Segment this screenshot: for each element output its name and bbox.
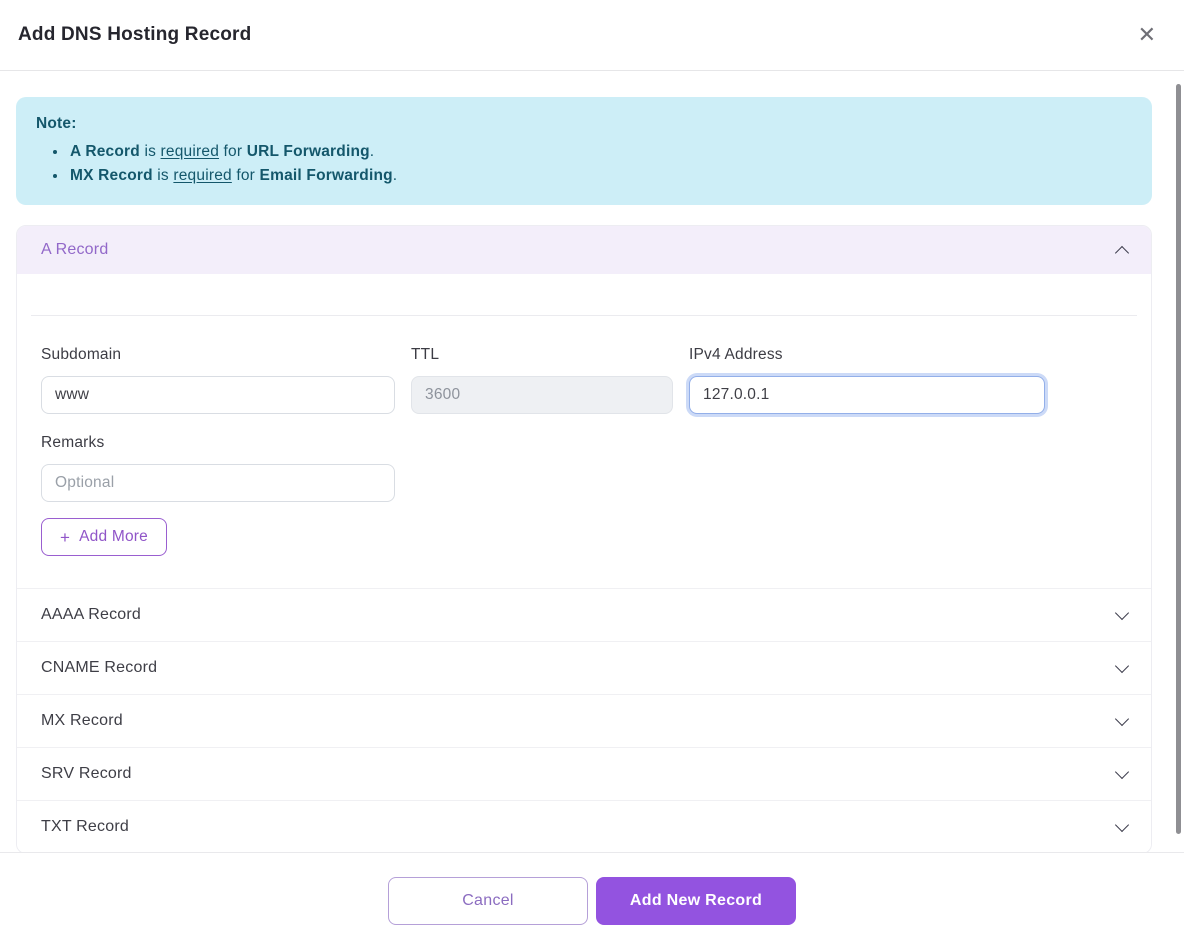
panel-divider bbox=[31, 315, 1137, 316]
modal-footer: Cancel Add New Record bbox=[0, 852, 1184, 949]
accordion-header-mx-record[interactable]: MX Record bbox=[17, 694, 1151, 747]
note-box: Note: A Record is required for URL Forwa… bbox=[16, 97, 1152, 205]
remarks-label: Remarks bbox=[41, 434, 395, 452]
chevron-down-icon bbox=[1115, 659, 1129, 673]
ttl-input bbox=[411, 376, 673, 414]
chevron-down-icon bbox=[1115, 606, 1129, 620]
chevron-down-icon bbox=[1115, 712, 1129, 726]
accordion-label: A Record bbox=[41, 241, 108, 259]
accordion-label: AAAA Record bbox=[41, 606, 141, 624]
remarks-input[interactable] bbox=[41, 464, 395, 502]
form-row-main: Subdomain TTL IPv4 Address bbox=[41, 346, 1127, 414]
ipv4-address-input[interactable] bbox=[689, 376, 1045, 414]
chevron-down-icon bbox=[1115, 818, 1129, 832]
note-required-text: required bbox=[161, 143, 219, 160]
modal-header: Add DNS Hosting Record ✕ bbox=[0, 0, 1184, 71]
ttl-field-group: TTL bbox=[411, 346, 673, 414]
note-required-text: required bbox=[173, 167, 231, 184]
ipv4-address-label: IPv4 Address bbox=[689, 346, 1045, 364]
accordion-header-aaaa-record[interactable]: AAAA Record bbox=[17, 588, 1151, 641]
accordion-header-srv-record[interactable]: SRV Record bbox=[17, 747, 1151, 800]
close-icon[interactable]: ✕ bbox=[1134, 20, 1160, 50]
dns-record-accordion: A Record Subdomain TTL IPv4 Address bbox=[16, 225, 1152, 854]
note-list: A Record is required for URL Forwarding.… bbox=[36, 140, 1132, 188]
subdomain-field-group: Subdomain bbox=[41, 346, 395, 414]
accordion-label: SRV Record bbox=[41, 765, 132, 783]
note-heading: Note: bbox=[36, 112, 1132, 136]
plus-icon: + bbox=[60, 529, 70, 546]
note-record-name: A Record bbox=[70, 143, 140, 160]
accordion-label: TXT Record bbox=[41, 818, 129, 836]
remarks-field-group: Remarks bbox=[41, 434, 395, 502]
ttl-label: TTL bbox=[411, 346, 673, 364]
add-new-record-button[interactable]: Add New Record bbox=[596, 877, 796, 925]
note-feature-name: URL Forwarding bbox=[247, 143, 370, 160]
accordion-header-a-record[interactable]: A Record bbox=[17, 226, 1151, 274]
ipv4-field-group: IPv4 Address bbox=[689, 346, 1045, 414]
vertical-scrollbar[interactable] bbox=[1176, 84, 1181, 834]
note-record-name: MX Record bbox=[70, 167, 153, 184]
note-item-a-record: A Record is required for URL Forwarding. bbox=[68, 140, 1132, 164]
modal-body: Note: A Record is required for URL Forwa… bbox=[0, 71, 1184, 854]
chevron-up-icon bbox=[1115, 245, 1129, 259]
add-more-button[interactable]: + Add More bbox=[41, 518, 167, 556]
cancel-button[interactable]: Cancel bbox=[388, 877, 588, 925]
subdomain-input[interactable] bbox=[41, 376, 395, 414]
accordion-header-txt-record[interactable]: TXT Record bbox=[17, 800, 1151, 853]
chevron-down-icon bbox=[1115, 765, 1129, 779]
note-item-mx-record: MX Record is required for Email Forwardi… bbox=[68, 164, 1132, 188]
form-row-remarks: Remarks bbox=[41, 434, 1127, 502]
accordion-label: CNAME Record bbox=[41, 659, 157, 677]
accordion-header-cname-record[interactable]: CNAME Record bbox=[17, 641, 1151, 694]
note-feature-name: Email Forwarding bbox=[260, 167, 393, 184]
subdomain-label: Subdomain bbox=[41, 346, 395, 364]
add-more-label: Add More bbox=[79, 528, 148, 546]
page-title: Add DNS Hosting Record bbox=[18, 24, 251, 46]
a-record-panel: Subdomain TTL IPv4 Address Remarks bbox=[17, 315, 1151, 588]
accordion-label: MX Record bbox=[41, 712, 123, 730]
